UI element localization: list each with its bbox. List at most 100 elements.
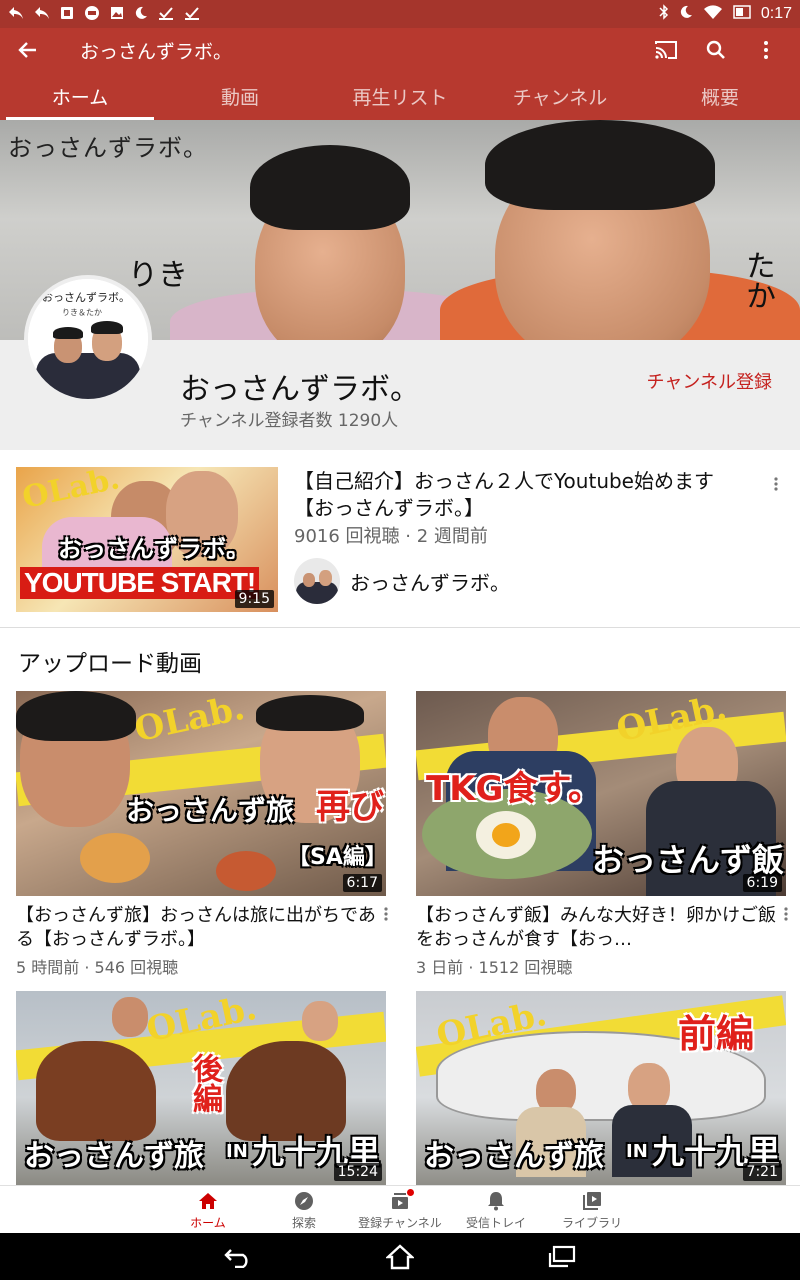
thumb-accent-text: 後編 bbox=[187, 1053, 222, 1113]
thumb-start-text: YOUTUBE START! bbox=[20, 567, 260, 599]
avatar-subtext: りき＆たか bbox=[62, 308, 102, 317]
cast-icon bbox=[655, 41, 677, 59]
subscriptions-icon bbox=[389, 1188, 414, 1212]
check-icon bbox=[158, 6, 174, 23]
tab-channels[interactable]: チャンネル bbox=[480, 72, 640, 120]
more-vert-icon bbox=[784, 907, 788, 921]
video-more-button[interactable] bbox=[776, 902, 796, 926]
banner-name-right: たか bbox=[740, 250, 775, 310]
nav-library[interactable]: ライブラリ bbox=[542, 1186, 642, 1234]
thumb-title-text: おっさんずラボ。 bbox=[58, 535, 250, 563]
featured-title[interactable]: 【自己紹介】おっさん２人でYoutube始めます【おっさんずラボ。】 bbox=[294, 468, 744, 522]
system-recents-button[interactable] bbox=[542, 1241, 582, 1273]
thumb-title-text: おっさんず旅 bbox=[424, 1139, 604, 1174]
thumb-tag-text: 【SA編】 bbox=[288, 845, 386, 870]
thumb-accent-text: 再び bbox=[316, 787, 384, 827]
tab-about[interactable]: 概要 bbox=[640, 72, 800, 120]
thumb-title-text: おっさんず旅 bbox=[24, 1139, 204, 1174]
featured-more-button[interactable] bbox=[766, 472, 786, 496]
notification-icon bbox=[60, 6, 74, 23]
banner-hair-left bbox=[250, 145, 410, 230]
channel-avatar-small bbox=[294, 558, 340, 604]
video-duration: 7:21 bbox=[742, 1163, 782, 1181]
featured-channel[interactable]: おっさんずラボ。 bbox=[294, 558, 510, 604]
featured-channel-name: おっさんずラボ。 bbox=[350, 570, 510, 595]
wifi-icon bbox=[703, 4, 723, 24]
video-meta: 3 日前 · 1512 回視聴 bbox=[416, 958, 573, 977]
home-outline-icon bbox=[386, 1244, 414, 1270]
video-thumbnail[interactable]: OLab. 前編 おっさんず旅 IN 九十九里 7:21 bbox=[416, 991, 786, 1185]
nav-label: 探索 bbox=[291, 1215, 316, 1230]
thumb-in-text: IN bbox=[626, 1141, 648, 1162]
video-duration: 9:15 bbox=[234, 590, 274, 608]
line-icon bbox=[84, 5, 100, 24]
more-button[interactable] bbox=[754, 38, 778, 62]
channel-name: おっさんずラボ。 bbox=[180, 372, 420, 407]
featured-thumbnail[interactable]: OLab. おっさんずラボ。 YOUTUBE START! 9:15 bbox=[16, 467, 278, 612]
search-icon bbox=[706, 40, 725, 59]
reply-icon bbox=[8, 6, 24, 23]
thumb-olab-text: OLab. bbox=[19, 467, 123, 516]
battery-icon bbox=[733, 4, 751, 24]
nav-home[interactable]: ホーム bbox=[158, 1186, 258, 1234]
video-title[interactable]: 【おっさんず旅】おっさんは旅に出がちである【おっさんずラボ。】 bbox=[16, 904, 376, 952]
back-icon bbox=[224, 1249, 248, 1268]
bluetooth-icon bbox=[659, 4, 669, 24]
arrow-back-icon bbox=[18, 42, 36, 58]
more-vert-icon bbox=[384, 907, 388, 921]
thumb-accent-text: 前編 bbox=[678, 1012, 755, 1056]
video-thumbnail[interactable]: OLab. おっさんず旅 再び 【SA編】 6:17 bbox=[16, 691, 386, 896]
image-icon bbox=[110, 6, 124, 23]
nav-subscriptions[interactable]: 登録チャンネル bbox=[350, 1186, 450, 1234]
tab-videos[interactable]: 動画 bbox=[160, 72, 320, 120]
status-bar: 0:17 bbox=[0, 0, 800, 28]
nav-label: 登録チャンネル bbox=[358, 1215, 442, 1230]
nav-label: ライブラリ bbox=[561, 1215, 622, 1230]
featured-meta: 9016 回視聴 · 2 週間前 bbox=[294, 526, 488, 547]
home-icon bbox=[197, 1190, 219, 1212]
video-duration: 6:17 bbox=[342, 874, 382, 892]
check-icon bbox=[184, 6, 200, 23]
video-duration: 6:19 bbox=[742, 874, 782, 892]
video-thumbnail[interactable]: OLab. TKG食す。 おっさんず飯 6:19 bbox=[416, 691, 786, 896]
channel-tabs: ホーム 動画 再生リスト チャンネル 概要 bbox=[0, 72, 800, 120]
tab-playlists[interactable]: 再生リスト bbox=[320, 72, 480, 120]
video-meta: 5 時間前 · 546 回視聴 bbox=[16, 958, 179, 977]
avatar-text: おっさんずラボ。 bbox=[42, 291, 130, 304]
video-duration: 15:24 bbox=[333, 1163, 382, 1181]
video-thumbnail[interactable]: OLab. 後編 おっさんず旅 IN 九十九里 15:24 bbox=[16, 991, 386, 1185]
toolbar-title: おっさんずラボ。 bbox=[80, 40, 233, 63]
tab-home[interactable]: ホーム bbox=[0, 72, 160, 120]
video-title[interactable]: 【おっさんず飯】みんな大好き！卵かけご飯をおっさんが食す【おっ… bbox=[416, 904, 776, 952]
new-content-badge bbox=[407, 1188, 414, 1196]
moon-icon bbox=[679, 5, 693, 23]
more-vert-icon bbox=[774, 477, 778, 491]
search-button[interactable] bbox=[704, 38, 728, 62]
channel-avatar[interactable]: おっさんずラボ。 りき＆たか bbox=[24, 275, 152, 403]
moon-icon bbox=[134, 6, 148, 23]
subscriber-count: チャンネル登録者数 1290人 bbox=[180, 411, 399, 431]
thumb-accent-text: TKG食す。 bbox=[426, 769, 603, 809]
thumb-in-text: IN bbox=[226, 1141, 248, 1162]
nav-label: ホーム bbox=[190, 1215, 226, 1230]
reply-icon bbox=[34, 6, 50, 23]
system-back-button[interactable] bbox=[218, 1241, 258, 1273]
nav-label: 受信トレイ bbox=[465, 1215, 526, 1230]
back-button[interactable] bbox=[0, 28, 56, 72]
thumb-olab-text: OLab. bbox=[131, 691, 249, 751]
bell-icon bbox=[485, 1190, 507, 1212]
nav-explore[interactable]: 探索 bbox=[254, 1186, 354, 1234]
section-title: アップロード動画 bbox=[18, 651, 202, 677]
more-vert-icon bbox=[764, 41, 768, 59]
clock: 0:17 bbox=[760, 5, 792, 22]
nav-inbox[interactable]: 受信トレイ bbox=[446, 1186, 546, 1234]
subscribe-button[interactable]: チャンネル登録 bbox=[647, 368, 772, 394]
video-more-button[interactable] bbox=[376, 902, 396, 926]
banner-text: おっさんずラボ。 bbox=[8, 134, 208, 162]
cast-button[interactable] bbox=[654, 38, 678, 62]
thumb-title-text: おっさんず旅 bbox=[126, 794, 295, 827]
app-toolbar: おっさんずラボ。 bbox=[0, 28, 800, 72]
system-home-button[interactable] bbox=[380, 1241, 420, 1273]
explore-icon bbox=[293, 1190, 315, 1212]
bottom-navigation: ホーム 探索 登録チャンネル 受信トレイ ライブラリ bbox=[0, 1185, 800, 1233]
